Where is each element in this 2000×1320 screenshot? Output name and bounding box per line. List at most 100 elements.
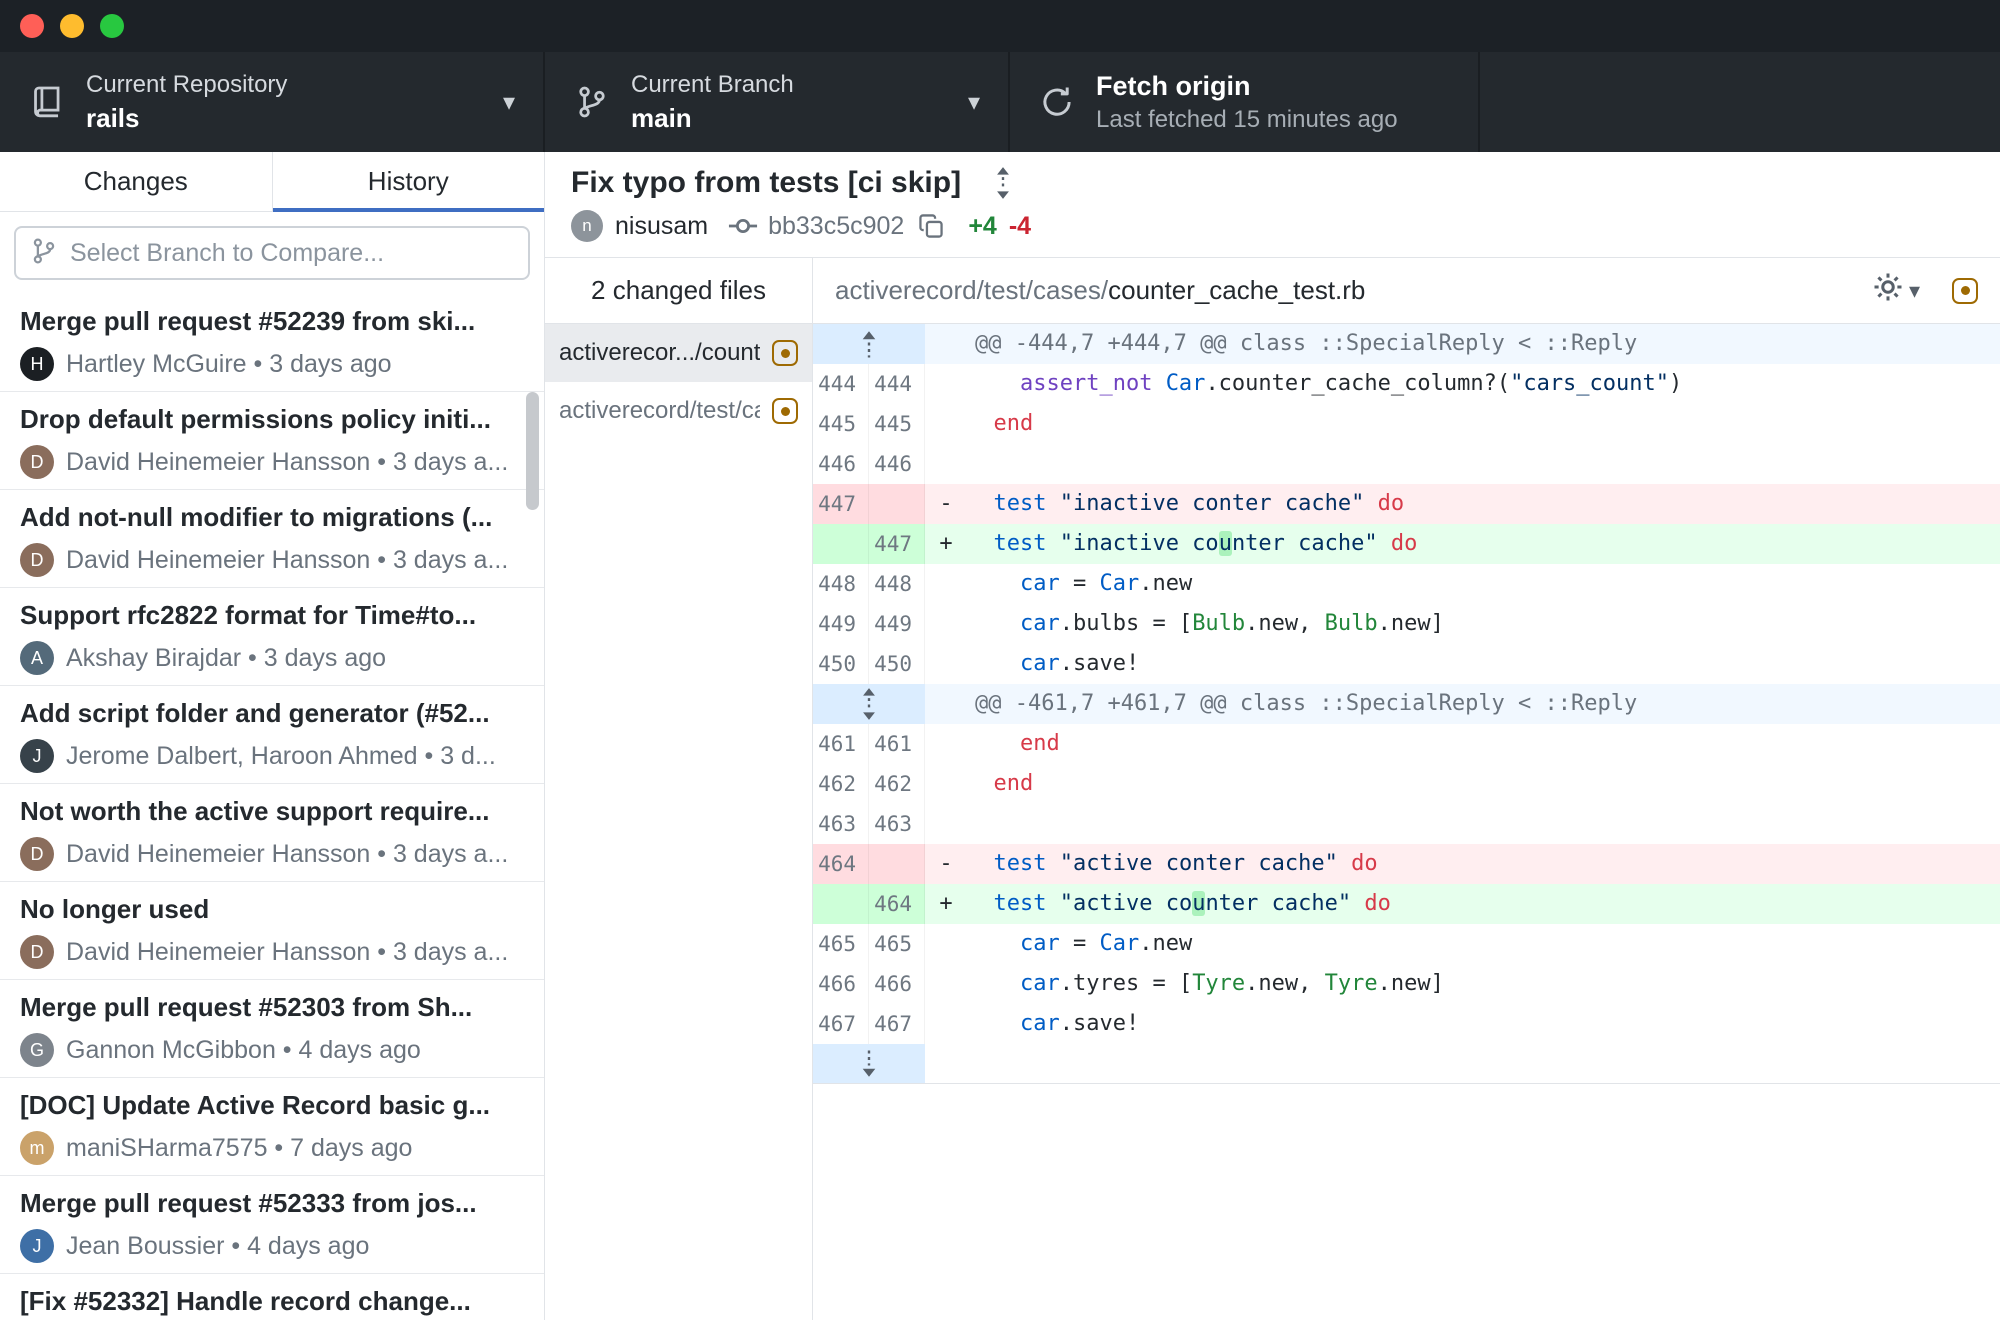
diff-marker bbox=[925, 724, 967, 764]
old-line-number: 466 bbox=[813, 964, 869, 1004]
new-line-number: 461 bbox=[869, 724, 925, 764]
new-line-number: 444 bbox=[869, 364, 925, 404]
new-line-number: 446 bbox=[869, 444, 925, 484]
fetch-origin-button[interactable]: Fetch origin Last fetched 15 minutes ago bbox=[1010, 52, 1480, 152]
diff-pane: activerecord/test/cases/counter_cache_te… bbox=[813, 258, 2000, 1320]
commit-summary-title: Fix typo from tests [ci skip] bbox=[571, 166, 961, 200]
commit-meta-text: Hartley McGuire • 3 days ago bbox=[66, 350, 392, 379]
commit-list-item[interactable]: Add not-null modifier to migrations (...… bbox=[0, 490, 544, 588]
deletions-count: -4 bbox=[1009, 212, 1031, 241]
diff-marker bbox=[925, 1004, 967, 1044]
commit-meta-text: Akshay Birajdar • 3 days ago bbox=[66, 644, 386, 673]
old-line-number bbox=[813, 524, 869, 564]
old-line-number: 444 bbox=[813, 364, 869, 404]
expand-down-row bbox=[813, 1044, 2000, 1084]
expand-up-icon bbox=[857, 329, 881, 359]
new-line-number: 449 bbox=[869, 604, 925, 644]
commit-title: Not worth the active support require... bbox=[20, 796, 516, 827]
current-repository-selector[interactable]: Current Repository rails ▾ bbox=[0, 52, 545, 152]
resize-handle-icon[interactable] bbox=[991, 166, 1015, 200]
commit-meta-row: DDavid Heinemeier Hansson • 3 days a... bbox=[20, 935, 516, 969]
commit-meta-text: David Heinemeier Hansson • 3 days a... bbox=[66, 546, 508, 575]
new-line-number bbox=[869, 484, 925, 524]
new-line-number: 467 bbox=[869, 1004, 925, 1044]
hunk-header-row: @@ -444,7 +444,7 @@ class ::SpecialReply… bbox=[813, 324, 2000, 364]
tab-changes[interactable]: Changes bbox=[0, 152, 273, 211]
commit-meta-row: HHartley McGuire • 3 days ago bbox=[20, 347, 516, 381]
chevron-down-icon: ▾ bbox=[503, 88, 515, 117]
commit-summary: Fix typo from tests [ci skip] n nisusam bbox=[545, 152, 2000, 258]
code-text: car.bulbs = [Bulb.new, Bulb.new] bbox=[967, 604, 2000, 644]
diff-line: 448448 car = Car.new bbox=[813, 564, 2000, 604]
compare-branch-input[interactable] bbox=[70, 239, 514, 268]
new-line-number: 462 bbox=[869, 764, 925, 804]
commit-list-item[interactable]: No longer usedDDavid Heinemeier Hansson … bbox=[0, 882, 544, 980]
commit-meta-row: DDavid Heinemeier Hansson • 3 days a... bbox=[20, 445, 516, 479]
file-list-item[interactable]: activerecord/test/ca.../finder_test.rb bbox=[545, 382, 812, 440]
diff-line: 467467 car.save! bbox=[813, 1004, 2000, 1044]
commit-title: Merge pull request #52303 from Sh... bbox=[20, 992, 516, 1023]
commit-list-item[interactable]: Merge pull request #52303 from Sh...GGan… bbox=[0, 980, 544, 1078]
minimize-button[interactable] bbox=[60, 14, 84, 38]
changed-files-pane: 2 changed files activerecor.../counter_c… bbox=[545, 258, 813, 1320]
commit-list-item[interactable]: [Fix #52332] Handle record change... bbox=[0, 1274, 544, 1320]
avatar: A bbox=[20, 641, 54, 675]
file-list: activerecor.../counter_cache_test.rbacti… bbox=[545, 324, 812, 440]
code-text bbox=[967, 804, 2000, 844]
diff-marker bbox=[925, 964, 967, 1004]
commit-list-item[interactable]: Support rfc2822 format for Time#to...AAk… bbox=[0, 588, 544, 686]
modified-icon bbox=[772, 340, 798, 366]
sidebar-tabs: Changes History bbox=[0, 152, 544, 212]
commit-list-item[interactable]: Merge pull request #52333 from jos...JJe… bbox=[0, 1176, 544, 1274]
commit-meta-row: A Akshay Birajdar • 3 days ago bbox=[20, 641, 516, 675]
diff-line: 466466 car.tyres = [Tyre.new, Tyre.new] bbox=[813, 964, 2000, 1004]
modified-icon bbox=[772, 398, 798, 424]
code-text: car.tyres = [Tyre.new, Tyre.new] bbox=[967, 964, 2000, 1004]
diff-line: 461461 end bbox=[813, 724, 2000, 764]
commit-meta-row: mmaniSHarma7575 • 7 days ago bbox=[20, 1131, 516, 1165]
new-line-number: 466 bbox=[869, 964, 925, 1004]
close-button[interactable] bbox=[20, 14, 44, 38]
commit-meta-row: D David Heinemeier Hansson • 3 days a... bbox=[20, 837, 516, 871]
tab-history[interactable]: History bbox=[273, 152, 545, 211]
diff-options-button[interactable]: ▾ bbox=[1873, 272, 1920, 309]
commit-list-item[interactable]: Merge pull request #52239 from ski...HHa… bbox=[0, 294, 544, 392]
diff-path-prefix: activerecord/test/cases/ bbox=[835, 275, 1108, 306]
commit-meta-text: maniSHarma7575 • 7 days ago bbox=[66, 1134, 412, 1163]
window-controls bbox=[20, 14, 124, 38]
zoom-button[interactable] bbox=[100, 14, 124, 38]
commit-list-item[interactable]: Drop default permissions policy initi...… bbox=[0, 392, 544, 490]
code-text: car = Car.new bbox=[967, 564, 2000, 604]
file-name: activerecord/test/ca.../finder_test.rb bbox=[559, 397, 760, 425]
sync-icon bbox=[1040, 85, 1074, 119]
diff-line: 464- test "active conter cache" do bbox=[813, 844, 2000, 884]
commit-list-item[interactable]: Not worth the active support require... D… bbox=[0, 784, 544, 882]
diff-file-header: activerecord/test/cases/counter_cache_te… bbox=[813, 258, 2000, 324]
new-line-number: 445 bbox=[869, 404, 925, 444]
expand-hunk-button[interactable] bbox=[813, 684, 925, 724]
toolbar-empty-area bbox=[1480, 52, 2000, 152]
repo-value: rails bbox=[86, 103, 287, 134]
sidebar-scrollbar-thumb[interactable] bbox=[526, 392, 539, 510]
branch-value: main bbox=[631, 103, 794, 134]
copy-sha-button[interactable] bbox=[918, 213, 944, 239]
commit-meta-text: David Heinemeier Hansson • 3 days a... bbox=[66, 840, 508, 869]
branch-label: Current Branch bbox=[631, 71, 794, 99]
file-list-item[interactable]: activerecor.../counter_cache_test.rb bbox=[545, 324, 812, 382]
code-text: assert_not Car.counter_cache_column?("ca… bbox=[967, 364, 2000, 404]
commit-list: Merge pull request #52239 from ski...HHa… bbox=[0, 294, 544, 1320]
avatar: J bbox=[20, 739, 54, 773]
avatar: D bbox=[20, 445, 54, 479]
commit-list-item[interactable]: Add script folder and generator (#52...J… bbox=[0, 686, 544, 784]
code-text bbox=[967, 444, 2000, 484]
avatar: D bbox=[20, 837, 54, 871]
diff-marker bbox=[925, 564, 967, 604]
diff-marker: - bbox=[925, 484, 967, 524]
commit-list-item[interactable]: [DOC] Update Active Record basic g...mma… bbox=[0, 1078, 544, 1176]
expand-down-icon bbox=[857, 1049, 881, 1079]
commit-title: Add not-null modifier to migrations (... bbox=[20, 502, 516, 533]
current-branch-selector[interactable]: Current Branch main ▾ bbox=[545, 52, 1010, 152]
code-text: test "active conter cache" do bbox=[967, 844, 2000, 884]
expand-hunk-button[interactable] bbox=[813, 324, 925, 364]
expand-hunk-button[interactable] bbox=[813, 1044, 925, 1083]
